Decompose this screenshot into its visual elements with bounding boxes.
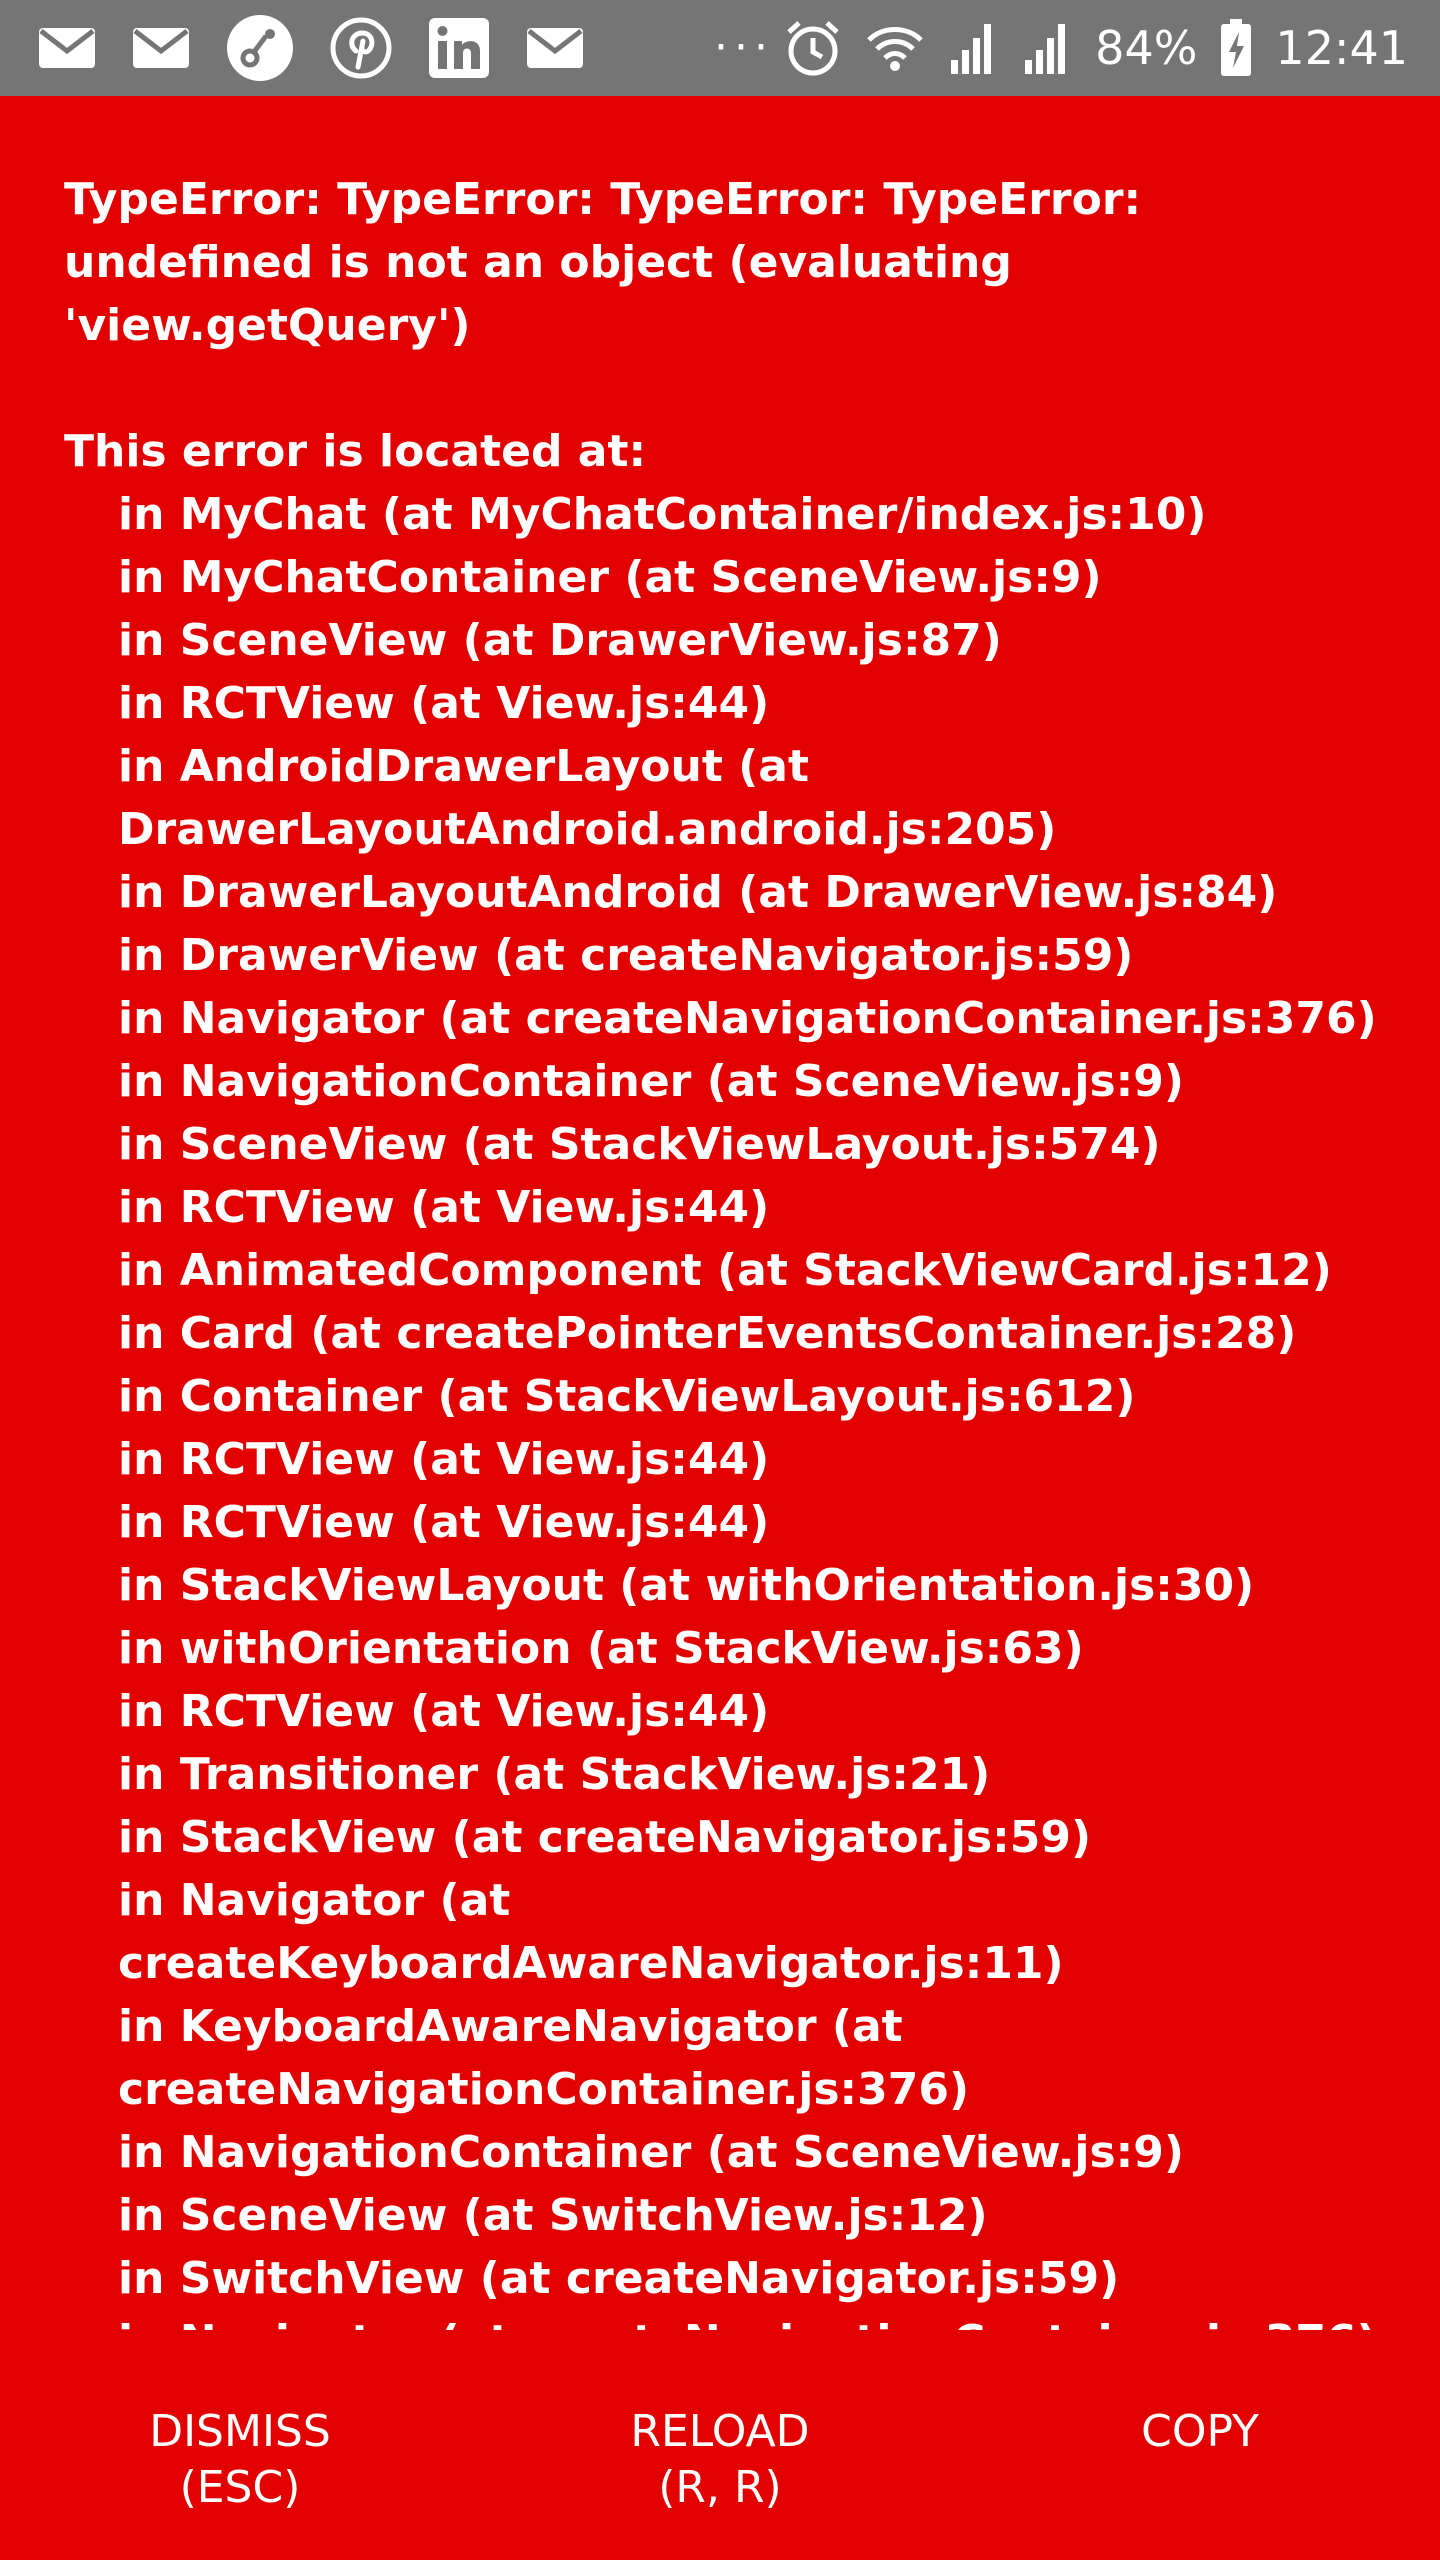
stack-trace-line: in DrawerView (at createNavigator.js:59) <box>118 930 1134 981</box>
dismiss-shortcut: (ESC) <box>179 2462 301 2513</box>
signal-strength-icon <box>1021 20 1073 76</box>
stack-trace-line: in StackView (at createNavigator.js:59) <box>118 1812 1092 1863</box>
stack-trace-line: in Container (at StackViewLayout.js:612) <box>118 1371 1136 1422</box>
stack-trace-line: in SceneView (at SwitchView.js:12) <box>118 2190 988 2241</box>
battery-charging-icon <box>1219 18 1253 78</box>
redbox-footer: DISMISS (ESC) RELOAD (R, R) COPY <box>0 2380 1440 2560</box>
copy-button[interactable]: COPY <box>960 2380 1440 2560</box>
stack-trace-line: in RCTView (at View.js:44) <box>118 1686 770 1737</box>
stack-trace-line: in SwitchView (at createNavigator.js:59) <box>118 2253 1120 2304</box>
stack-trace-line: in Navigator (at createNavigationContain… <box>64 2310 1384 2330</box>
stack-trace-line: in KeyboardAwareNavigator (at createNavi… <box>118 2001 970 2115</box>
stack-trace-line: in RCTView (at View.js:44) <box>118 1497 770 1548</box>
stack-trace-line: in Transitioner (at StackView.js:21) <box>118 1749 991 1800</box>
stack-trace-line: in AndroidDrawerLayout (at DrawerLayoutA… <box>118 741 1057 855</box>
system-icons: 84% 12:41 <box>783 18 1408 78</box>
stack-trace-line: in NavigationContainer (at SceneView.js:… <box>118 1056 1184 1107</box>
stack-trace-line: in Card (at createPointerEventsContainer… <box>118 1308 1297 1359</box>
error-message: TypeError: TypeError: TypeError: TypeErr… <box>64 174 1157 351</box>
error-details: TypeError: TypeError: TypeError: TypeErr… <box>64 168 1384 2330</box>
component-stack: in MyChat (at MyChatContainer/index.js:1… <box>64 483 1384 2330</box>
reload-shortcut: (R, R) <box>658 2462 782 2513</box>
stack-trace-line: in RCTView (at View.js:44) <box>118 1434 770 1485</box>
wifi-icon <box>865 20 925 76</box>
dismiss-button[interactable]: DISMISS (ESC) <box>0 2380 480 2560</box>
status-bar: ··· 84% 12:41 <box>0 0 1440 96</box>
stack-trace-line: in DrawerLayoutAndroid (at DrawerView.js… <box>118 867 1278 918</box>
stack-trace-line: in SceneView (at DrawerView.js:87) <box>118 615 1002 666</box>
clock: 12:41 <box>1275 21 1408 75</box>
stack-trace-line: in SceneView (at StackViewLayout.js:574) <box>118 1119 1161 1170</box>
stack-trace-line: in Navigator (at createNavigationContain… <box>118 993 1377 1044</box>
dismiss-label: DISMISS <box>149 2406 331 2457</box>
battery-percent: 84% <box>1095 21 1198 75</box>
stack-trace-line: in withOrientation (at StackView.js:63) <box>118 1623 1084 1674</box>
stack-trace-line: in StackViewLayout (at withOrientation.j… <box>118 1560 1255 1611</box>
stack-trace-line: in AnimatedComponent (at StackViewCard.j… <box>118 1245 1332 1296</box>
more-notifications-indicator: ··· <box>714 22 774 73</box>
error-location-heading: This error is located at: <box>64 426 647 477</box>
app-icon <box>226 14 294 82</box>
reload-label: RELOAD <box>630 2406 810 2457</box>
linkedin-icon <box>428 17 490 79</box>
stack-trace-line: in Navigator (at createKeyboardAwareNavi… <box>118 1875 1064 1989</box>
reload-button[interactable]: RELOAD (R, R) <box>480 2380 960 2560</box>
stack-trace-line: in MyChat (at MyChatContainer/index.js:1… <box>118 489 1207 540</box>
stack-trace-line: in RCTView (at View.js:44) <box>118 1182 770 1233</box>
copy-label: COPY <box>1141 2406 1259 2457</box>
alarm-icon <box>783 18 843 78</box>
redbox-error-screen: ··· 84% 12:41 TypeError: TypeError: Type… <box>0 0 1440 2560</box>
stack-trace-line: in NavigationContainer (at SceneView.js:… <box>118 2127 1184 2178</box>
stack-trace-line: in MyChatContainer (at SceneView.js:9) <box>118 552 1102 603</box>
pinterest-icon <box>330 17 392 79</box>
mail-icon <box>38 27 96 69</box>
mail-icon <box>526 27 584 69</box>
signal-strength-icon <box>947 20 999 76</box>
mail-icon <box>132 27 190 69</box>
notification-icons: ··· <box>38 14 774 82</box>
stack-trace-line: in RCTView (at View.js:44) <box>118 678 770 729</box>
